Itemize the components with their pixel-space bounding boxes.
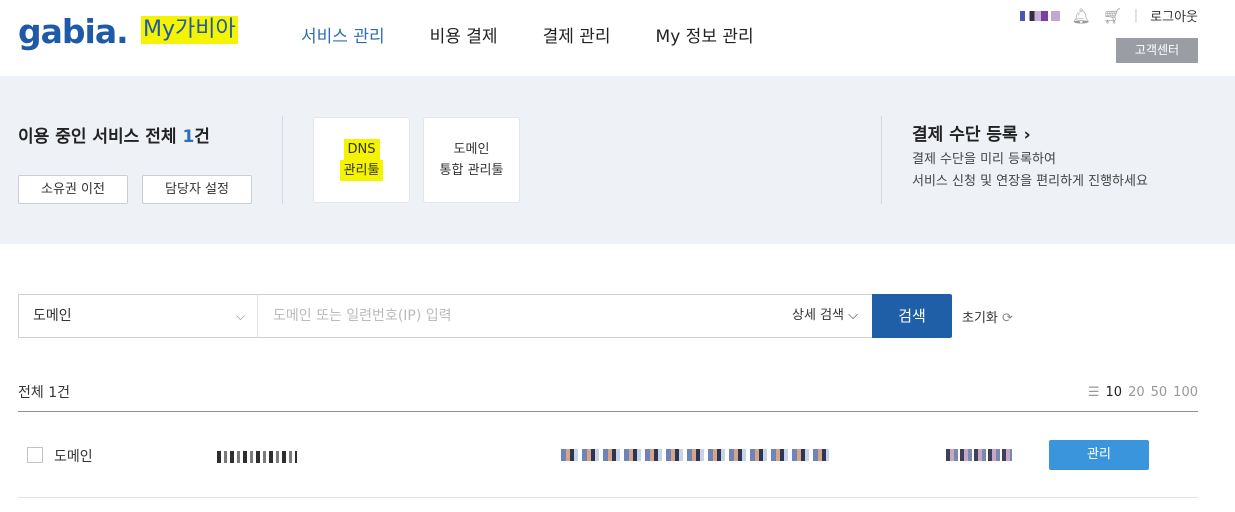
service-info-redacted bbox=[561, 449, 829, 461]
header: gabia. My가비아 서비스 관리 비용 결제 결제 관리 My 정보 관리… bbox=[0, 0, 1235, 76]
summary-title-text: 이용 중인 서비스 전체 bbox=[18, 127, 183, 147]
page-size-100[interactable]: 100 bbox=[1173, 385, 1198, 400]
divider: | bbox=[1133, 8, 1139, 23]
chevron-down-icon: ⌵ bbox=[235, 309, 245, 323]
advanced-search-toggle[interactable]: 상세 검색 ⌵ bbox=[792, 295, 858, 337]
page-size-20[interactable]: 20 bbox=[1128, 385, 1145, 400]
logout-link[interactable]: 로그아웃 bbox=[1150, 6, 1198, 25]
domain-tile-line2: 통합 관리툴 bbox=[439, 163, 504, 178]
payment-desc-line1: 결제 수단을 미리 등록하여 bbox=[912, 152, 1056, 167]
bell-icon[interactable]: 🔔︎ bbox=[1072, 7, 1091, 25]
utility-bar: 🔔︎ 🛒︎ | 로그아웃 bbox=[1019, 6, 1198, 25]
mygabia-title[interactable]: My가비아 bbox=[141, 16, 238, 44]
chevron-down-icon: ⌵ bbox=[848, 308, 858, 323]
main-nav: 서비스 관리 비용 결제 결제 관리 My 정보 관리 bbox=[301, 22, 799, 47]
page-size-10[interactable]: 10 bbox=[1106, 385, 1123, 400]
row-checkbox[interactable] bbox=[27, 447, 43, 463]
advanced-search-label: 상세 검색 bbox=[792, 308, 844, 323]
summary-title: 이용 중인 서비스 전체 1건 bbox=[18, 122, 210, 147]
ownership-transfer-button[interactable]: 소유권 이전 bbox=[18, 175, 128, 204]
contact-settings-button[interactable]: 담당자 설정 bbox=[142, 175, 252, 204]
reset-button[interactable]: 초기화 ⟳ bbox=[962, 307, 1013, 326]
summary-title-suffix: 건 bbox=[194, 127, 210, 147]
payment-description: 결제 수단을 미리 등록하여 서비스 신청 및 연장을 편리하게 진행하세요 bbox=[912, 149, 1148, 193]
user-name-redacted bbox=[1019, 10, 1060, 21]
dns-tile-line2: 관리툴 bbox=[339, 160, 384, 181]
date-redacted bbox=[946, 449, 1012, 461]
search-input-wrapper: 상세 검색 ⌵ bbox=[257, 294, 873, 338]
dns-tile-line1: DNS bbox=[343, 139, 380, 160]
payment-method-link[interactable]: 결제 수단 등록 › bbox=[912, 120, 1031, 145]
customer-center-button[interactable]: 고객센터 bbox=[1116, 38, 1198, 63]
row-divider bbox=[18, 497, 1198, 498]
search-category-select[interactable]: 도메인 ⌵ bbox=[18, 294, 258, 338]
search-category-value: 도메인 bbox=[33, 308, 72, 324]
domain-tile-line1: 도메인 bbox=[453, 142, 490, 157]
reset-label: 초기화 bbox=[962, 311, 998, 326]
payment-desc-line2: 서비스 신청 및 연장을 편리하게 진행하세요 bbox=[912, 174, 1148, 189]
divider bbox=[282, 116, 283, 204]
chevron-right-icon: › bbox=[1023, 125, 1031, 145]
service-summary: 이용 중인 서비스 전체 1건 소유권 이전 담당자 설정 DNS 관리툴 도메… bbox=[0, 76, 1235, 244]
cart-icon[interactable]: 🛒︎ bbox=[1103, 7, 1122, 25]
row-service-type: 도메인 bbox=[54, 449, 93, 465]
service-count: 1 bbox=[182, 127, 195, 147]
page-size-selector: ☰ 10 20 50 100 bbox=[1088, 385, 1198, 400]
domain-name-redacted[interactable] bbox=[217, 451, 297, 463]
list-icon: ☰ bbox=[1087, 385, 1100, 400]
nav-my-info[interactable]: My 정보 관리 bbox=[656, 22, 754, 47]
refresh-icon: ⟳ bbox=[1002, 311, 1013, 326]
search-button[interactable]: 검색 bbox=[872, 294, 952, 338]
page-size-50[interactable]: 50 bbox=[1151, 385, 1168, 400]
nav-service-management[interactable]: 서비스 관리 bbox=[301, 22, 385, 47]
divider bbox=[881, 116, 882, 204]
manage-button[interactable]: 관리 bbox=[1049, 440, 1149, 470]
total-count: 전체 1건 bbox=[18, 385, 70, 401]
dns-tool-tile[interactable]: DNS 관리툴 bbox=[313, 117, 410, 203]
gabia-logo[interactable]: gabia. bbox=[18, 12, 129, 51]
domain-tool-tile[interactable]: 도메인 통합 관리툴 bbox=[423, 117, 520, 203]
list-header-divider bbox=[18, 411, 1198, 412]
payment-title: 결제 수단 등록 bbox=[912, 125, 1018, 145]
nav-cost-payment[interactable]: 비용 결제 bbox=[430, 22, 498, 47]
search-input[interactable] bbox=[258, 295, 738, 337]
nav-payment-management[interactable]: 결제 관리 bbox=[543, 22, 611, 47]
